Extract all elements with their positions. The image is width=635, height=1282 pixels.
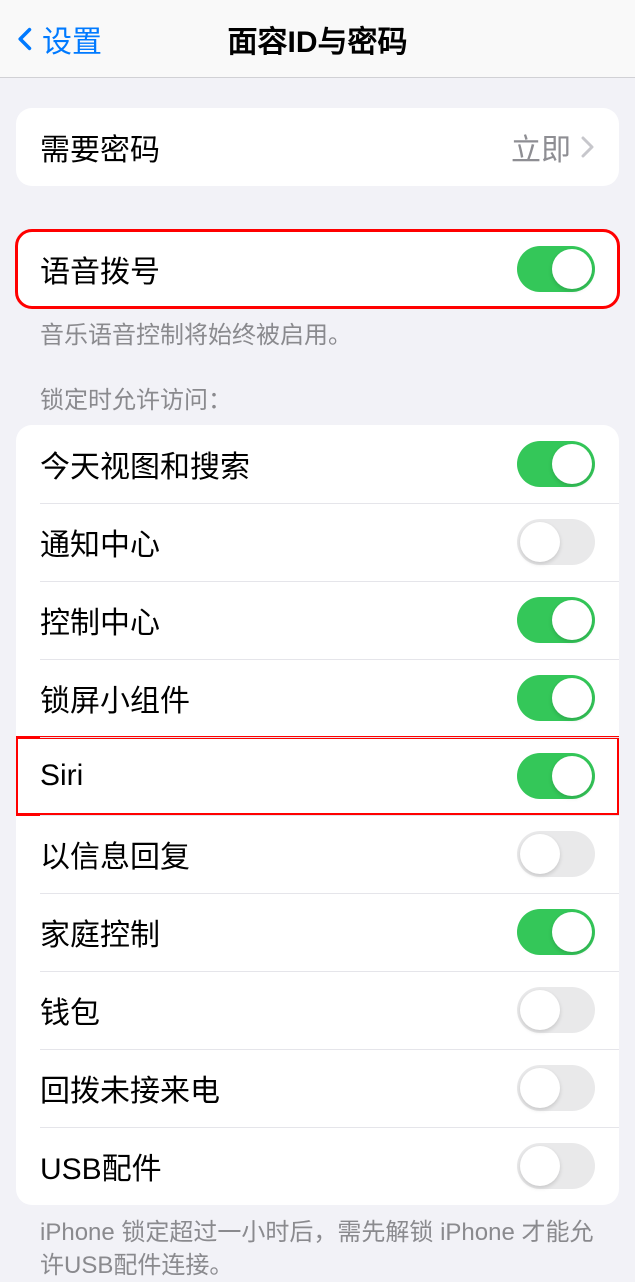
access-item-toggle[interactable] xyxy=(517,519,595,565)
access-item-label: 锁屏小组件 xyxy=(40,676,190,720)
toggle-knob xyxy=(552,912,592,952)
require-passcode-value: 立即 xyxy=(511,125,571,169)
toggle-knob xyxy=(552,678,592,718)
access-item-toggle[interactable] xyxy=(517,831,595,877)
access-item-toggle[interactable] xyxy=(517,675,595,721)
page-title: 面容ID与密码 xyxy=(228,17,408,61)
toggle-knob xyxy=(520,834,560,874)
access-item-label: 钱包 xyxy=(40,988,100,1032)
access-footer: iPhone 锁定超过一小时后，需先解锁 iPhone 才能允许USB配件连接。 xyxy=(16,1205,619,1282)
toggle-knob xyxy=(520,1068,560,1108)
group-lock-access: 锁定时允许访问： 今天视图和搜索通知中心控制中心锁屏小组件 Siri 以信息回复家庭… xyxy=(16,380,619,1282)
access-item-toggle[interactable] xyxy=(517,1065,595,1111)
access-list: 今天视图和搜索通知中心控制中心锁屏小组件 Siri 以信息回复家庭控制钱包回拨未接来… xyxy=(16,425,619,1205)
access-header: 锁定时允许访问： xyxy=(16,380,619,425)
back-button[interactable]: 设置 xyxy=(0,17,102,61)
access-cell: 钱包 xyxy=(16,971,619,1049)
access-item-label: 通知中心 xyxy=(40,520,160,564)
toggle-knob xyxy=(552,600,592,640)
cell-right: 立即 xyxy=(511,125,595,169)
access-cell: 锁屏小组件 xyxy=(16,659,619,737)
toggle-knob xyxy=(520,990,560,1030)
access-item-label: 今天视图和搜索 xyxy=(40,442,250,486)
toggle-knob xyxy=(552,756,592,796)
require-passcode-label: 需要密码 xyxy=(40,125,160,169)
access-item-label: 控制中心 xyxy=(40,598,160,642)
access-item-label: USB配件 xyxy=(40,1144,162,1188)
access-item-toggle[interactable] xyxy=(517,1143,595,1189)
voice-dial-toggle[interactable] xyxy=(517,246,595,292)
access-item-toggle[interactable] xyxy=(517,441,595,487)
access-cell: 控制中心 xyxy=(16,581,619,659)
toggle-knob xyxy=(552,249,592,289)
access-item-toggle[interactable] xyxy=(517,909,595,955)
access-cell: Siri xyxy=(16,737,619,815)
access-item-toggle[interactable] xyxy=(517,987,595,1033)
toggle-knob xyxy=(520,522,560,562)
content: 需要密码 立即 语音拨号 音乐语音控制将始终被启用。 锁定时允许访问： 今天 xyxy=(0,108,635,1282)
access-item-label: Siri xyxy=(40,759,83,793)
nav-header: 设置 面容ID与密码 xyxy=(0,0,635,78)
access-cell: 家庭控制 xyxy=(16,893,619,971)
access-item-label: 家庭控制 xyxy=(40,910,160,954)
access-cell: 回拨未接来电 xyxy=(16,1049,619,1127)
group-voice-dial: 语音拨号 音乐语音控制将始终被启用。 xyxy=(16,230,619,352)
voice-dial-footer: 音乐语音控制将始终被启用。 xyxy=(16,308,619,352)
access-cell: USB配件 xyxy=(16,1127,619,1205)
access-cell: 通知中心 xyxy=(16,503,619,581)
access-item-toggle[interactable] xyxy=(517,753,595,799)
toggle-knob xyxy=(520,1146,560,1186)
group-require-passcode: 需要密码 立即 xyxy=(16,108,619,186)
back-label: 设置 xyxy=(42,17,102,61)
require-passcode-cell[interactable]: 需要密码 立即 xyxy=(16,108,619,186)
toggle-knob xyxy=(552,444,592,484)
voice-dial-cell: 语音拨号 xyxy=(16,230,619,308)
access-cell: 以信息回复 xyxy=(16,815,619,893)
voice-dial-label: 语音拨号 xyxy=(40,247,160,291)
chevron-left-icon xyxy=(12,25,40,53)
access-item-toggle[interactable] xyxy=(517,597,595,643)
access-item-label: 回拨未接来电 xyxy=(40,1066,220,1110)
access-cell: 今天视图和搜索 xyxy=(16,425,619,503)
access-item-label: 以信息回复 xyxy=(40,832,190,876)
voice-dial-container: 语音拨号 xyxy=(16,230,619,308)
chevron-right-icon xyxy=(581,136,595,158)
